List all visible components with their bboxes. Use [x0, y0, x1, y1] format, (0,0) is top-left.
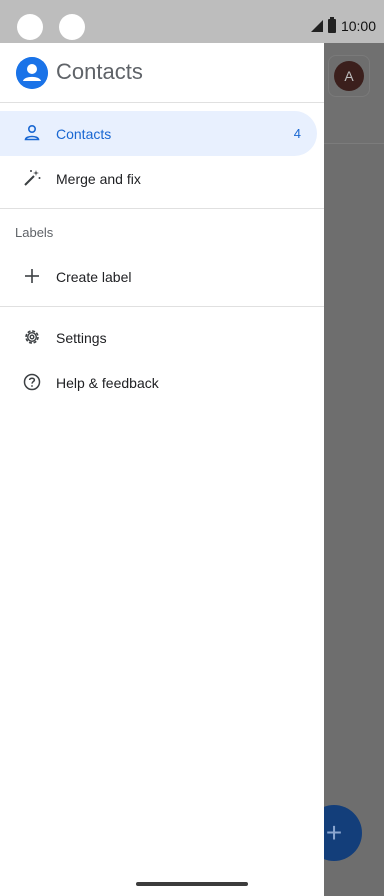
battery-icon	[327, 17, 336, 33]
nav-item-merge-and-fix[interactable]: Merge and fix	[0, 156, 317, 201]
nav-item-label: Contacts	[56, 125, 112, 142]
status-icons: 10:00	[310, 14, 376, 38]
nav-item-settings[interactable]: Settings	[0, 315, 317, 360]
contacts-logo-icon	[16, 57, 48, 89]
account-button[interactable]: A	[328, 55, 370, 97]
magic-wand-icon	[24, 170, 41, 186]
background-divider	[324, 143, 384, 144]
camera-cutout	[17, 14, 43, 40]
nav-item-contacts[interactable]: Contacts 4	[0, 111, 317, 156]
navigation-drawer: Contacts Contacts 4 Merge and fix Labels…	[0, 43, 324, 896]
person-icon	[24, 124, 40, 141]
avatar: A	[334, 61, 364, 91]
create-label-button[interactable]: Create label	[0, 254, 317, 299]
status-bar: 10:00	[0, 0, 384, 43]
nav-item-help-feedback[interactable]: Help & feedback	[0, 360, 317, 405]
gear-icon	[25, 330, 39, 344]
divider	[0, 306, 324, 307]
drawer-header: Contacts	[0, 43, 324, 103]
nav-item-label: Settings	[56, 329, 107, 346]
nav-item-label: Help & feedback	[56, 374, 159, 391]
help-icon	[23, 373, 41, 391]
contacts-count: 4	[293, 126, 301, 141]
nav-item-label: Merge and fix	[56, 170, 141, 187]
signal-icon	[310, 20, 323, 32]
divider	[0, 208, 324, 209]
drawer-title: Contacts	[56, 59, 143, 84]
plus-icon	[25, 269, 39, 283]
camera-cutout	[59, 14, 85, 40]
labels-header: Labels	[15, 225, 54, 240]
plus-icon: +	[325, 817, 343, 848]
home-indicator[interactable]	[136, 882, 248, 886]
nav-item-label: Create label	[56, 268, 132, 285]
status-time: 10:00	[340, 18, 376, 34]
